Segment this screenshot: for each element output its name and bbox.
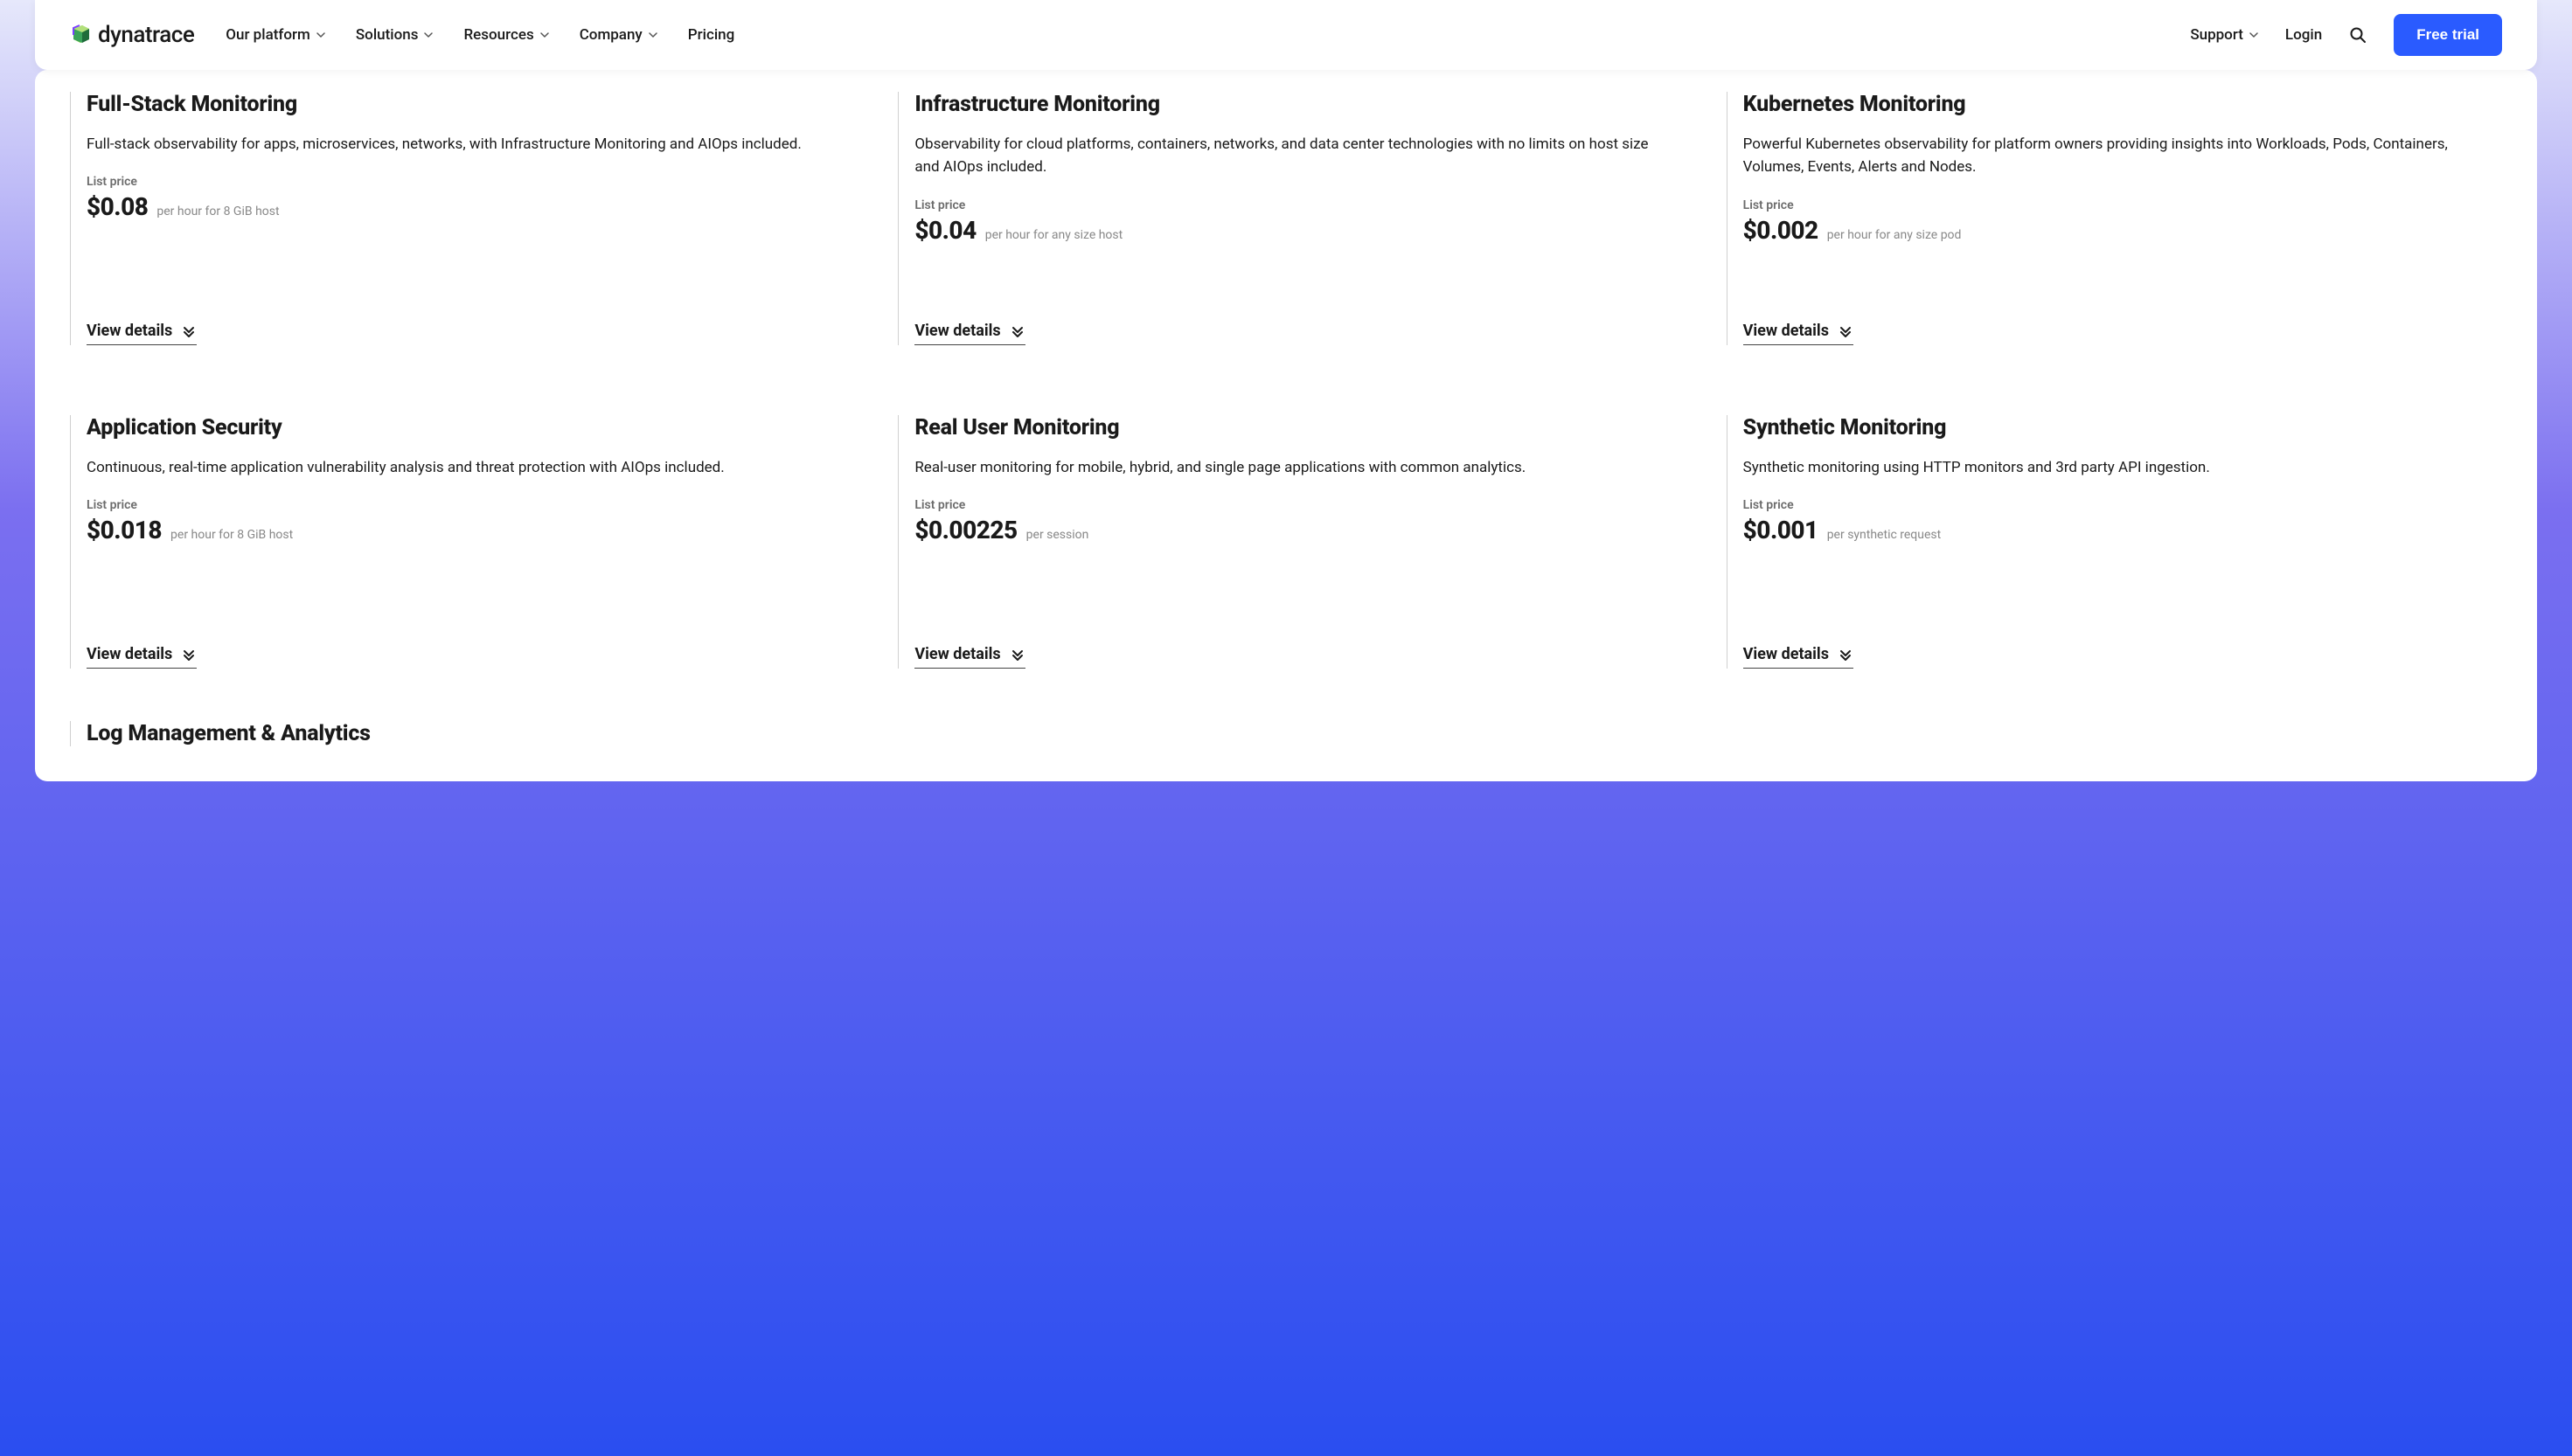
card-title: Synthetic Monitoring: [1743, 415, 2502, 440]
list-price-label: List price: [87, 175, 845, 189]
chevron-down-icon: [316, 30, 326, 40]
double-chevron-down-icon: [1010, 323, 1025, 339]
nav-label: Resources: [463, 26, 533, 44]
nav-label: Company: [580, 26, 643, 44]
pricing-grid: Full-Stack Monitoring Full-stack observa…: [70, 92, 2502, 669]
price-row: $0.002 per hour for any size pod: [1743, 216, 2502, 245]
view-details-label: View details: [914, 645, 1000, 663]
price-row: $0.08 per hour for 8 GiB host: [87, 192, 845, 221]
card-title: Infrastructure Monitoring: [914, 92, 1673, 117]
price-unit: per hour for any size pod: [1827, 228, 1962, 242]
price-unit: per hour for any size host: [985, 228, 1123, 242]
card-title: Kubernetes Monitoring: [1743, 92, 2502, 117]
search-icon[interactable]: [2348, 25, 2367, 45]
card-desc: Real-user monitoring for mobile, hybrid,…: [914, 456, 1673, 479]
card-desc: Full-stack observability for apps, micro…: [87, 133, 845, 156]
list-price-label: List price: [87, 498, 845, 512]
site-header: dynatrace Our platform Solutions Resourc…: [35, 0, 2537, 70]
price-unit: per hour for 8 GiB host: [170, 528, 293, 542]
card-title: Real User Monitoring: [914, 415, 1673, 440]
pricing-panel: Full-Stack Monitoring Full-stack observa…: [35, 70, 2537, 781]
view-details-label: View details: [87, 645, 172, 663]
list-price-label: List price: [914, 198, 1673, 212]
list-price-label: List price: [914, 498, 1673, 512]
view-details-link[interactable]: View details: [87, 322, 197, 345]
view-details-label: View details: [914, 322, 1000, 340]
nav-label: Our platform: [226, 26, 310, 44]
chevron-down-icon: [539, 30, 550, 40]
price: $0.018: [87, 516, 162, 544]
double-chevron-down-icon: [1838, 647, 1853, 662]
list-price-label: List price: [1743, 198, 2502, 212]
nav-label: Solutions: [356, 26, 419, 44]
card-desc: Powerful Kubernetes observability for pl…: [1743, 133, 2502, 179]
price: $0.04: [914, 216, 976, 245]
nav-login[interactable]: Login: [2285, 26, 2322, 44]
price-row: $0.04 per hour for any size host: [914, 216, 1673, 245]
view-details-label: View details: [87, 322, 172, 340]
price-row: $0.001 per synthetic request: [1743, 516, 2502, 544]
card-desc: Continuous, real-time application vulner…: [87, 456, 845, 479]
view-details-label: View details: [1743, 645, 1829, 663]
price-unit: per session: [1026, 528, 1089, 542]
card-title: Application Security: [87, 415, 845, 440]
price-row: $0.018 per hour for 8 GiB host: [87, 516, 845, 544]
logo-text: dynatrace: [98, 22, 194, 48]
nav-support[interactable]: Support: [2190, 26, 2259, 44]
chevron-down-icon: [2249, 30, 2259, 40]
nav-pricing[interactable]: Pricing: [688, 26, 735, 44]
list-price-label: List price: [1743, 498, 2502, 512]
double-chevron-down-icon: [181, 323, 197, 339]
price-unit: per synthetic request: [1827, 528, 1942, 542]
double-chevron-down-icon: [1838, 323, 1853, 339]
price-unit: per hour for 8 GiB host: [156, 205, 279, 218]
section-heading-log-management: Log Management & Analytics: [70, 721, 2502, 746]
nav-resources[interactable]: Resources: [463, 26, 549, 44]
nav-company[interactable]: Company: [580, 26, 658, 44]
header-right: Support Login Free trial: [2190, 14, 2502, 56]
card-desc: Observability for cloud platforms, conta…: [914, 133, 1673, 179]
price: $0.00225: [914, 516, 1017, 544]
view-details-link[interactable]: View details: [1743, 645, 1853, 669]
double-chevron-down-icon: [181, 647, 197, 662]
logo-icon: [70, 24, 93, 46]
chevron-down-icon: [423, 30, 434, 40]
view-details-link[interactable]: View details: [914, 322, 1025, 345]
view-details-link[interactable]: View details: [87, 645, 197, 669]
chevron-down-icon: [648, 30, 658, 40]
pricing-card-app-security: Application Security Continuous, real-ti…: [70, 415, 845, 669]
view-details-link[interactable]: View details: [1743, 322, 1853, 345]
free-trial-button[interactable]: Free trial: [2394, 14, 2502, 56]
pricing-card-rum: Real User Monitoring Real-user monitorin…: [898, 415, 1673, 669]
pricing-card-infrastructure: Infrastructure Monitoring Observability …: [898, 92, 1673, 345]
price: $0.002: [1743, 216, 1818, 245]
pricing-card-synthetic: Synthetic Monitoring Synthetic monitorin…: [1727, 415, 2502, 669]
card-title: Full-Stack Monitoring: [87, 92, 845, 117]
pricing-card-kubernetes: Kubernetes Monitoring Powerful Kubernete…: [1727, 92, 2502, 345]
price: $0.08: [87, 192, 148, 221]
price-row: $0.00225 per session: [914, 516, 1673, 544]
nav-label: Support: [2190, 26, 2243, 44]
logo[interactable]: dynatrace: [70, 22, 194, 48]
view-details-link[interactable]: View details: [914, 645, 1025, 669]
nav-label: Pricing: [688, 26, 735, 44]
view-details-label: View details: [1743, 322, 1829, 340]
nav-label: Login: [2285, 26, 2322, 44]
nav-solutions[interactable]: Solutions: [356, 26, 434, 44]
price: $0.001: [1743, 516, 1818, 544]
main-nav: Our platform Solutions Resources Company…: [226, 26, 2190, 44]
nav-our-platform[interactable]: Our platform: [226, 26, 326, 44]
card-desc: Synthetic monitoring using HTTP monitors…: [1743, 456, 2502, 479]
double-chevron-down-icon: [1010, 647, 1025, 662]
pricing-card-full-stack: Full-Stack Monitoring Full-stack observa…: [70, 92, 845, 345]
